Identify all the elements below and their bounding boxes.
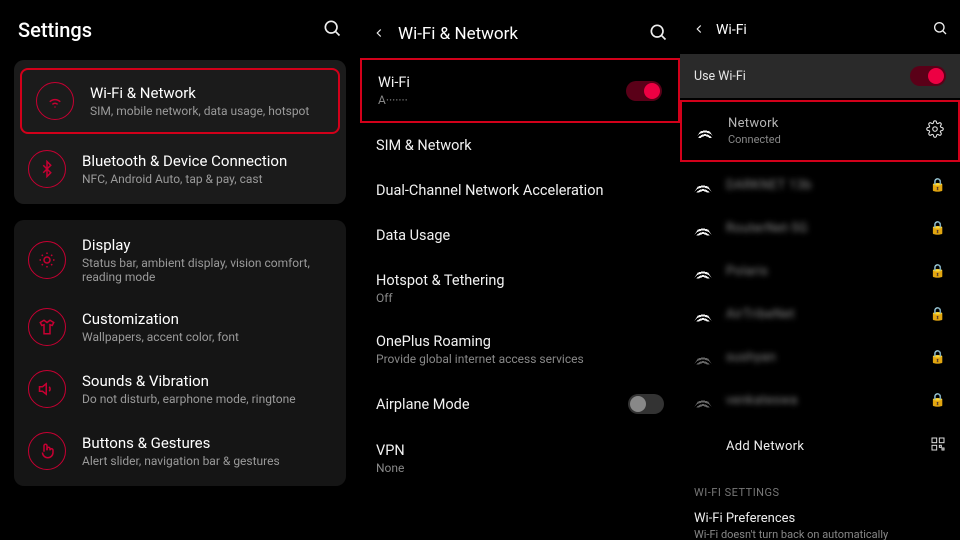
settings-item-brightness[interactable]: Display Status bar, ambient display, visi… xyxy=(14,224,346,296)
shirt-icon xyxy=(28,308,66,346)
available-network-row[interactable]: sushyan 🔒 xyxy=(680,336,960,379)
row-title: OnePlus Roaming xyxy=(376,333,664,350)
wifi-signal-icon xyxy=(694,265,712,279)
settings-item-sub: Wallpapers, accent color, font xyxy=(82,330,239,344)
row-sub: A······· xyxy=(378,93,626,107)
wifi-icon xyxy=(36,82,74,120)
wifi-preferences-row[interactable]: Wi-Fi Preferences Wi-Fi doesn't turn bac… xyxy=(680,505,960,540)
settings-item-shirt[interactable]: Customization Wallpapers, accent color, f… xyxy=(14,296,346,358)
network-status: Connected xyxy=(728,133,781,146)
network-name: Network xyxy=(728,116,781,131)
page-title: Wi-Fi xyxy=(716,22,747,38)
available-network-row[interactable]: DARKNET 13b 🔒 xyxy=(680,164,960,207)
row-sub: Provide global internet access services xyxy=(376,352,664,366)
settings-item-bluetooth[interactable]: Bluetooth & Device Connection NFC, Androi… xyxy=(14,138,346,200)
row-title: Dual-Channel Network Acceleration xyxy=(376,182,664,199)
available-network-row[interactable]: RouterNet-5G 🔒 xyxy=(680,207,960,250)
available-network-row[interactable]: venkateswa 🔒 xyxy=(680,379,960,422)
network-row[interactable]: Hotspot & Tethering Off xyxy=(360,258,680,319)
available-network-row[interactable]: Polaris 🔒 xyxy=(680,250,960,293)
use-wifi-row[interactable]: Use Wi-Fi xyxy=(680,54,960,98)
search-icon[interactable] xyxy=(932,20,948,40)
network-row[interactable]: OnePlus Roaming Provide global internet a… xyxy=(360,319,680,380)
row-sub: None xyxy=(376,461,664,475)
use-wifi-toggle[interactable] xyxy=(910,66,946,86)
wifi-signal-icon xyxy=(694,308,712,322)
settings-item-title: Customization xyxy=(82,310,239,328)
wifi-signal-icon xyxy=(694,351,712,365)
row-title: SIM & Network xyxy=(376,137,664,154)
network-name: AirTribeNet xyxy=(726,307,795,322)
back-icon[interactable] xyxy=(692,21,706,40)
settings-item-title: Bluetooth & Device Connection xyxy=(82,152,287,170)
page-title: Settings xyxy=(18,18,92,42)
settings-item-sound[interactable]: Sounds & Vibration Do not disturb, earpho… xyxy=(14,358,346,420)
settings-item-title: Display xyxy=(82,236,332,254)
add-network-label: Add Network xyxy=(726,439,804,454)
wifi-signal-icon xyxy=(694,394,712,408)
bluetooth-icon xyxy=(28,150,66,188)
row-title: Data Usage xyxy=(376,227,664,244)
network-name: DARKNET 13b xyxy=(726,178,812,193)
sound-icon xyxy=(28,370,66,408)
settings-item-title: Sounds & Vibration xyxy=(82,372,296,390)
settings-item-sub: Alert slider, navigation bar & gestures xyxy=(82,454,280,468)
settings-group-device: Display Status bar, ambient display, visi… xyxy=(14,220,346,486)
row-sub: Off xyxy=(376,291,664,305)
settings-item-sub: NFC, Android Auto, tap & pay, cast xyxy=(82,172,287,186)
row-title: Hotspot & Tethering xyxy=(376,272,664,289)
brightness-icon xyxy=(28,241,66,279)
back-icon[interactable] xyxy=(372,25,386,44)
network-name: sushyan xyxy=(726,350,776,365)
network-row[interactable]: Data Usage xyxy=(360,213,680,258)
settings-item-title: Wi-Fi & Network xyxy=(90,84,309,102)
section-label: WI-FI SETTINGS xyxy=(680,470,960,505)
network-name: venkateswa xyxy=(726,393,798,408)
settings-item-sub: Status bar, ambient display, vision comf… xyxy=(82,256,332,284)
page-title: Wi-Fi & Network xyxy=(398,24,518,44)
network-row[interactable]: VPN None xyxy=(360,428,680,489)
settings-group-network: Wi-Fi & Network SIM, mobile network, data… xyxy=(14,60,346,204)
add-network-row[interactable]: Add Network xyxy=(680,422,960,470)
lock-icon: 🔒 xyxy=(930,350,946,365)
toggle[interactable] xyxy=(628,394,664,414)
network-name: RouterNet-5G xyxy=(726,221,808,236)
settings-item-wifi[interactable]: Wi-Fi & Network SIM, mobile network, data… xyxy=(20,68,340,134)
lock-icon: 🔒 xyxy=(930,221,946,236)
gesture-icon xyxy=(28,432,66,470)
row-title: Wi-Fi xyxy=(378,74,626,91)
search-icon[interactable] xyxy=(648,22,668,46)
lock-icon: 🔒 xyxy=(930,178,946,193)
wifi-preferences-title: Wi-Fi Preferences xyxy=(694,511,946,526)
lock-icon: 🔒 xyxy=(930,264,946,279)
network-name: Polaris xyxy=(726,264,768,279)
gear-icon[interactable] xyxy=(926,120,944,142)
wifi-preferences-sub: Wi-Fi doesn't turn back on automatically xyxy=(694,528,946,540)
lock-icon: 🔒 xyxy=(930,393,946,408)
settings-item-gesture[interactable]: Buttons & Gestures Alert slider, navigati… xyxy=(14,420,346,482)
wifi-signal-icon xyxy=(694,222,712,236)
lock-icon: 🔒 xyxy=(930,307,946,322)
settings-item-sub: Do not disturb, earphone mode, ringtone xyxy=(82,392,296,406)
toggle[interactable] xyxy=(626,81,662,101)
network-row[interactable]: SIM & Network xyxy=(360,123,680,168)
network-row[interactable]: Airplane Mode xyxy=(360,380,680,428)
connected-network-row[interactable]: Network Connected xyxy=(680,100,960,162)
wifi-signal-icon xyxy=(696,124,714,138)
row-title: Airplane Mode xyxy=(376,396,628,413)
network-row[interactable]: Dual-Channel Network Acceleration xyxy=(360,168,680,213)
use-wifi-label: Use Wi-Fi xyxy=(694,69,746,84)
row-title: VPN xyxy=(376,442,664,459)
network-row[interactable]: Wi-Fi A······· xyxy=(360,58,680,123)
settings-item-title: Buttons & Gestures xyxy=(82,434,280,452)
qr-icon[interactable] xyxy=(930,436,946,456)
search-icon[interactable] xyxy=(322,18,342,42)
available-network-row[interactable]: AirTribeNet 🔒 xyxy=(680,293,960,336)
settings-item-sub: SIM, mobile network, data usage, hotspot xyxy=(90,104,309,118)
wifi-signal-icon xyxy=(694,179,712,193)
